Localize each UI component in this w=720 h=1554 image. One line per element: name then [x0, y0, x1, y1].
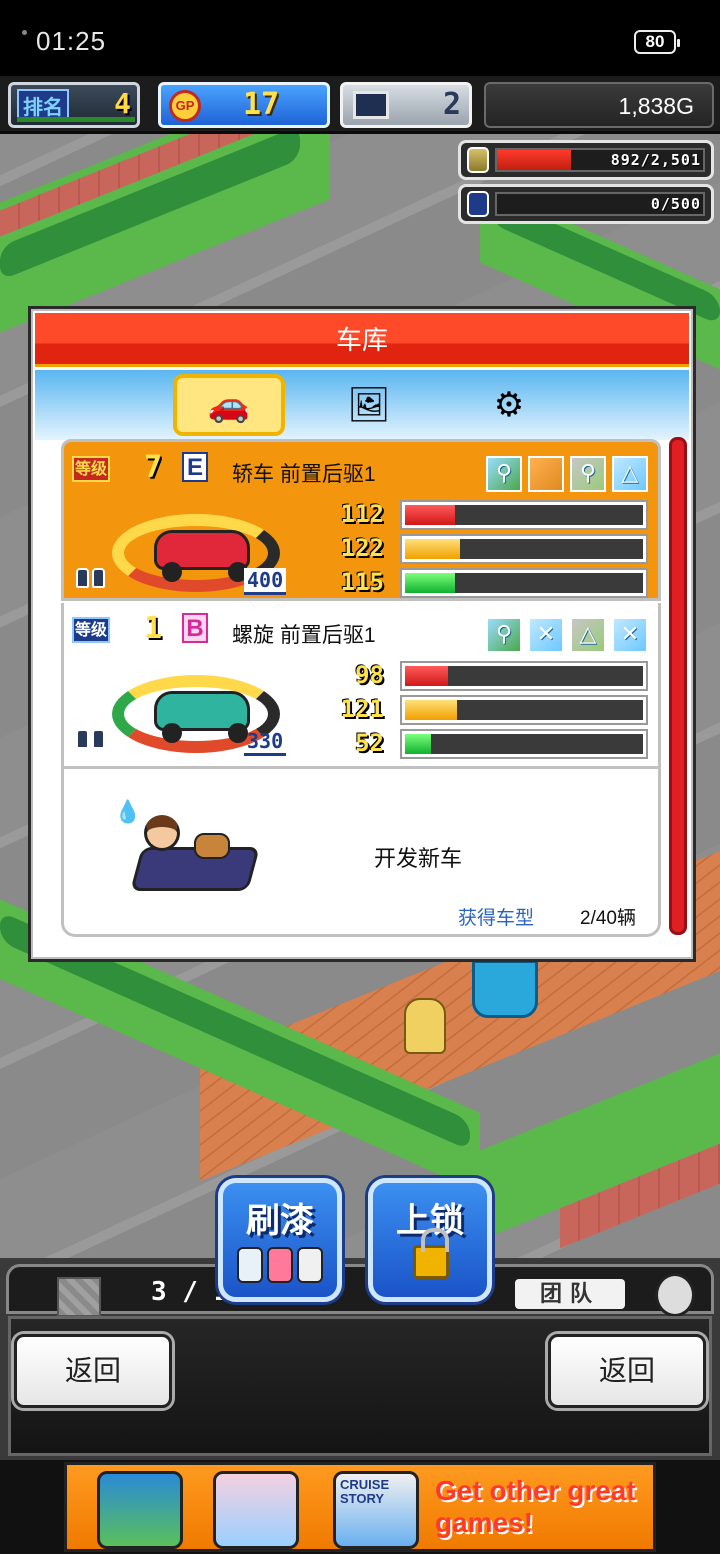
- ad-banner[interactable]: ◀ CRUISE STORY Get other great games!: [0, 1460, 720, 1554]
- stat-handling: 121: [328, 695, 648, 725]
- acquire-models-link[interactable]: 获得车型: [458, 903, 534, 930]
- part-slot-icon[interactable]: ⚲: [570, 456, 606, 492]
- status-bar: 01:25 80: [0, 0, 720, 76]
- car-name: 轿车 前置后驱1: [232, 463, 376, 486]
- paint-button[interactable]: 刷漆: [218, 1178, 342, 1302]
- team-button[interactable]: 团队: [515, 1279, 625, 1309]
- level-tag: 等级: [72, 456, 110, 482]
- develop-new-car-card[interactable]: 💧 开发新车 获得车型 2/40辆: [61, 769, 661, 937]
- fuel-tank-icon: [76, 729, 108, 751]
- staff-character[interactable]: [404, 998, 446, 1054]
- toolbar-strip: 3 / 10 团队: [6, 1264, 714, 1317]
- grade-badge: B: [182, 613, 208, 643]
- part-slot-icon[interactable]: △: [570, 617, 606, 653]
- ad-text: Get other great games!: [435, 1475, 636, 1538]
- game-thumbnail[interactable]: [97, 1471, 183, 1549]
- stat-speed: 112: [328, 500, 648, 530]
- grade-badge: E: [182, 452, 208, 482]
- avatar[interactable]: [655, 1273, 695, 1317]
- fuel-resource-bar: 0/500: [458, 184, 714, 224]
- level-value: 7: [144, 450, 163, 485]
- fuel-tank-icon: [76, 568, 108, 590]
- notification-dot: [22, 30, 27, 35]
- level-tag: 等级: [72, 617, 110, 643]
- car-icon: 🚗: [207, 386, 251, 424]
- game-thumbnail[interactable]: [213, 1471, 299, 1549]
- fuel-can-icon: [467, 191, 489, 217]
- gp-panel[interactable]: GP 17: [158, 82, 330, 128]
- develop-title: 开发新车: [374, 846, 463, 871]
- engine-icon: ⚙: [493, 386, 525, 424]
- top-hud: 排名 4 GP 17 2 1,838G: [0, 76, 720, 134]
- back-button-right[interactable]: 返回: [548, 1334, 706, 1408]
- car-count: 2/40辆: [580, 908, 636, 929]
- stat-speed: 98: [328, 661, 648, 691]
- part-slot-icon[interactable]: ✕: [612, 617, 648, 653]
- part-slot-icon[interactable]: ⚲: [486, 617, 522, 653]
- coin-text: 892/2,501: [610, 151, 701, 169]
- money-value: 1,838G: [618, 93, 694, 119]
- part-slot-icon[interactable]: [528, 456, 564, 492]
- part-slot-icon[interactable]: ⚲: [486, 456, 522, 492]
- coin-resource-bar: 892/2,501: [458, 140, 714, 180]
- lock-button[interactable]: 上锁: [368, 1178, 492, 1302]
- mechanic-kart-icon: 💧: [114, 791, 264, 901]
- tab-cars[interactable]: 🚗: [173, 374, 285, 436]
- coin-stack-icon: [467, 147, 489, 173]
- level-value: 1: [144, 611, 163, 646]
- gp-value: 17: [243, 87, 280, 122]
- gp-coin-icon: GP: [169, 90, 201, 122]
- stat-durability: 115: [328, 568, 648, 598]
- stat-handling: 122: [328, 534, 648, 564]
- crate-icon: [57, 1277, 101, 1317]
- coin-fill: [497, 150, 572, 170]
- rank-value: 4: [114, 87, 131, 120]
- part-slot-icon[interactable]: ✕: [528, 617, 564, 653]
- padlock-icon: [413, 1228, 449, 1279]
- back-button-left[interactable]: 返回: [14, 1334, 172, 1408]
- stat-durability: 52: [328, 729, 648, 759]
- car-name: 螺旋 前置后驱1: [232, 624, 376, 647]
- garage-dialog: 车库 🚗 🖼 ⚙ 等级 7 E 轿车 前置后驱1 ⚲ ⚲ △ 400 112 1…: [28, 306, 696, 962]
- ad-content[interactable]: CRUISE STORY Get other great games!: [64, 1462, 656, 1552]
- paint-can-icon: [237, 1247, 327, 1291]
- rank-panel[interactable]: 排名 4: [8, 82, 140, 128]
- tab-paint[interactable]: 🖼: [313, 374, 425, 436]
- car-card[interactable]: 等级 7 E 轿车 前置后驱1 ⚲ ⚲ △ 400 112 122 115: [61, 439, 661, 601]
- research-panel[interactable]: 2: [340, 82, 472, 128]
- research-value: 2: [442, 87, 461, 122]
- fuel-text: 0/500: [650, 195, 701, 213]
- battery-icon: 80: [634, 30, 680, 54]
- car-card[interactable]: 等级 1 B 螺旋 前置后驱1 ⚲ ✕ △ ✕ 330 98 121 52: [61, 603, 661, 769]
- water-tank: [472, 960, 538, 1018]
- computer-icon: [353, 91, 389, 119]
- game-thumbnail[interactable]: CRUISE STORY: [333, 1471, 419, 1549]
- garage-tabs: 🚗 🖼 ⚙: [35, 370, 689, 440]
- money-panel: 1,838G: [484, 82, 714, 128]
- picture-icon: 🖼: [347, 386, 391, 424]
- part-slot-icon[interactable]: △: [612, 456, 648, 492]
- tab-engine[interactable]: ⚙: [453, 374, 565, 436]
- rank-progress-bar: [17, 117, 135, 122]
- dialog-title: 车库: [35, 313, 689, 367]
- odometer-value: 330: [244, 729, 287, 756]
- clock: 01:25: [36, 26, 107, 56]
- odometer-value: 400: [244, 568, 287, 595]
- list-scrollbar[interactable]: [669, 437, 687, 935]
